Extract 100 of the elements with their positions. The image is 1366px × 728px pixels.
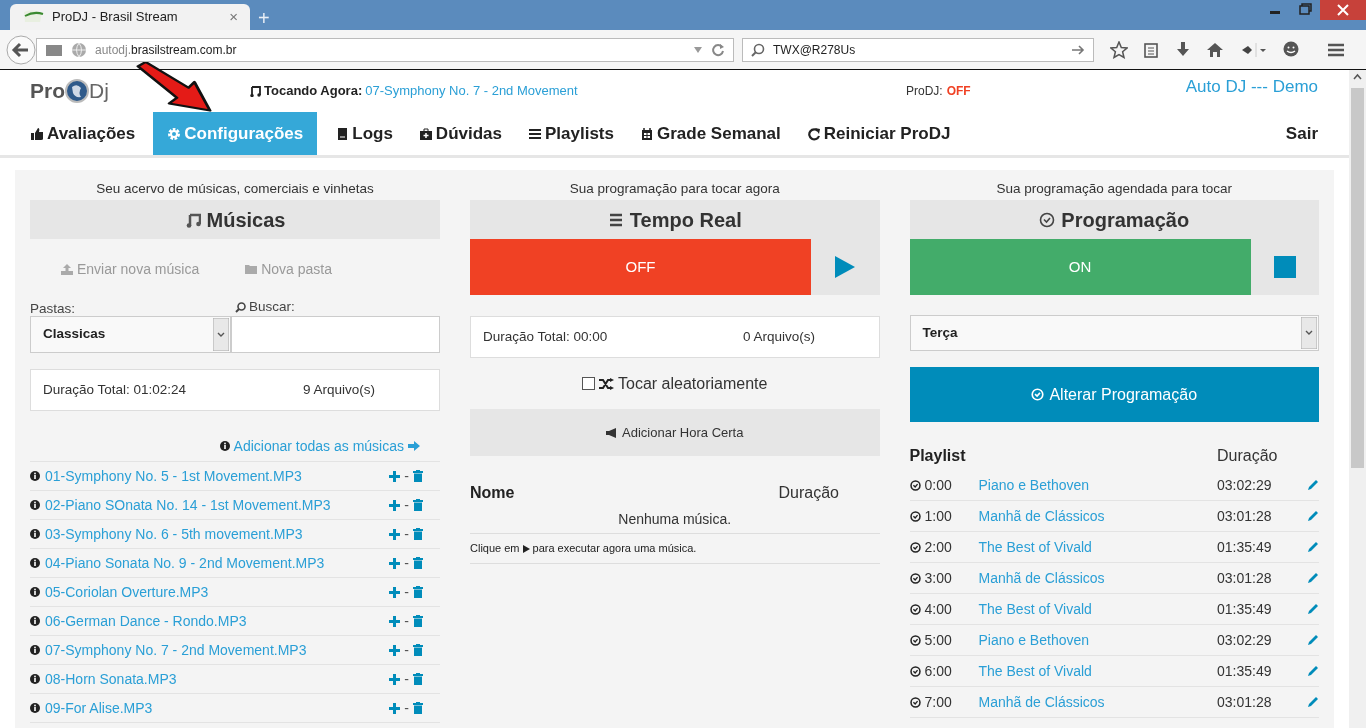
- state-toggle[interactable]: OFF: [470, 239, 811, 295]
- address-bar[interactable]: autodj.brasilstream.com.br: [36, 37, 734, 62]
- trash-icon[interactable]: [413, 702, 423, 714]
- search-input[interactable]: [231, 316, 440, 353]
- section-caption: Sua programação agendada para tocar: [995, 180, 1234, 198]
- nav-tab[interactable]: Reiniciar ProDJ: [798, 112, 959, 155]
- edit-icon[interactable]: [1307, 479, 1319, 491]
- search-field[interactable]: TWX@R278Us: [742, 37, 1094, 62]
- add-icon[interactable]: [389, 470, 401, 482]
- logout-link[interactable]: Sair: [1285, 120, 1318, 147]
- nav-tab[interactable]: Grade Semanal: [632, 112, 789, 155]
- song-link[interactable]: 04-Piano Sonata No. 9 - 2nd Movement.MP3: [45, 552, 390, 574]
- trash-icon[interactable]: [413, 557, 423, 569]
- playlist-link[interactable]: Manhã de Clássicos: [978, 567, 1217, 589]
- trash-icon[interactable]: [413, 673, 423, 685]
- stop-icon[interactable]: [1273, 256, 1296, 278]
- dropdown-icon[interactable]: [693, 45, 703, 54]
- edit-icon[interactable]: [1307, 665, 1319, 677]
- checkbox[interactable]: [582, 377, 596, 390]
- add-time-button[interactable]: Adicionar Hora Certa: [470, 409, 880, 456]
- back-button[interactable]: [6, 34, 36, 65]
- state-toggle[interactable]: ON: [909, 239, 1251, 295]
- info-icon[interactable]: [30, 558, 40, 568]
- play-icon[interactable]: [835, 256, 856, 278]
- logo-text: Dj: [89, 78, 109, 105]
- nav-tab[interactable]: Avaliações: [22, 112, 144, 155]
- add-icon[interactable]: [389, 644, 401, 656]
- add-icon[interactable]: [389, 528, 401, 540]
- account-link[interactable]: Auto DJ --- Demo: [1185, 74, 1318, 100]
- trash-icon[interactable]: [413, 470, 423, 482]
- add-all-link[interactable]: Adicionar todas as músicas: [219, 437, 420, 455]
- info-icon[interactable]: [30, 645, 40, 655]
- playlist-link[interactable]: Manhã de Clássicos: [978, 691, 1217, 713]
- scrollbar[interactable]: [1349, 70, 1366, 728]
- clipboard-icon[interactable]: [1142, 40, 1160, 59]
- edit-icon[interactable]: [1307, 510, 1319, 522]
- trash-icon[interactable]: [413, 644, 423, 656]
- song-link[interactable]: 08-Horn Sonata.MP3: [45, 668, 390, 690]
- reload-icon[interactable]: [711, 42, 725, 57]
- nav-tab[interactable]: Logs: [327, 112, 401, 155]
- nav-tab[interactable]: Playlists: [520, 112, 622, 155]
- browser-tab[interactable]: ProDJ - Brasil Stream ×: [10, 4, 250, 30]
- trash-icon[interactable]: [413, 615, 423, 627]
- playlist-link[interactable]: Piano e Bethoven: [978, 629, 1217, 651]
- arrow-right-icon: [408, 441, 420, 451]
- info-icon[interactable]: [30, 703, 40, 713]
- song-link[interactable]: 02-Piano SOnata No. 14 - 1st Movement.MP3: [45, 494, 390, 516]
- playlist-link[interactable]: Piano e Bethoven: [978, 474, 1217, 496]
- add-icon[interactable]: [389, 702, 401, 714]
- trash-icon[interactable]: [413, 528, 423, 540]
- home-icon[interactable]: [1206, 40, 1224, 59]
- nav-tab[interactable]: Configurações: [153, 112, 318, 155]
- day-select[interactable]: Terça: [909, 315, 1319, 351]
- separator-text: -: [404, 553, 409, 573]
- add-icon[interactable]: [389, 557, 401, 569]
- chevron-down-icon: [1301, 317, 1317, 349]
- tab-close-button[interactable]: ×: [229, 5, 238, 29]
- add-icon[interactable]: [389, 586, 401, 598]
- time-cell: 1:00: [909, 505, 979, 527]
- edit-icon[interactable]: [1307, 572, 1319, 584]
- search-text: TWX@R278Us: [773, 41, 857, 59]
- scrollbar-thumb[interactable]: [1351, 88, 1364, 468]
- star-icon[interactable]: [1110, 40, 1128, 59]
- song-link[interactable]: 06-German Dance - Rondo.MP3: [45, 610, 390, 632]
- upload-link[interactable]: Enviar nova música: [61, 258, 200, 280]
- edit-icon[interactable]: [1307, 634, 1319, 646]
- chat-icon[interactable]: [1282, 40, 1300, 59]
- status-label: ProDJ:: [906, 83, 943, 100]
- playlist-link[interactable]: The Best of Vivald: [978, 536, 1217, 558]
- change-schedule-button[interactable]: Alterar Programação: [909, 367, 1319, 422]
- new-tab-button[interactable]: +: [258, 8, 270, 28]
- info-icon[interactable]: [30, 529, 40, 539]
- song-link[interactable]: 03-Symphony No. 6 - 5th movement.MP3: [45, 523, 390, 545]
- playlist-link[interactable]: The Best of Vivald: [978, 660, 1217, 682]
- song-link[interactable]: 07-Symphony No. 7 - 2nd Movement.MP3: [45, 639, 390, 661]
- add-icon[interactable]: [389, 499, 401, 511]
- go-arrow-icon[interactable]: [1071, 43, 1085, 56]
- trash-icon[interactable]: [413, 586, 423, 598]
- new-folder-link[interactable]: Nova pasta: [245, 258, 332, 280]
- info-icon[interactable]: [30, 587, 40, 597]
- settings-icon: [167, 126, 182, 141]
- info-icon[interactable]: [30, 616, 40, 626]
- edit-icon[interactable]: [1307, 603, 1319, 615]
- nav-tab[interactable]: Dúvidas: [410, 112, 510, 155]
- song-link[interactable]: 05-Coriolan Overture.MP3: [45, 581, 390, 603]
- info-icon[interactable]: [30, 674, 40, 684]
- playlist-link[interactable]: Manhã de Clássicos: [978, 505, 1217, 527]
- playlist-link[interactable]: The Best of Vivald: [978, 598, 1217, 620]
- folder-select[interactable]: Classicas: [30, 316, 231, 353]
- song-link[interactable]: 01-Symphony No. 5 - 1st Movement.MP3: [45, 465, 390, 487]
- add-icon[interactable]: [389, 673, 401, 685]
- trash-icon[interactable]: [413, 499, 423, 511]
- edit-icon[interactable]: [1307, 541, 1319, 553]
- song-link[interactable]: 09-For Alise.MP3: [45, 697, 390, 719]
- close-icon[interactable]: [1320, 0, 1366, 20]
- add-icon[interactable]: [389, 615, 401, 627]
- now-playing-link[interactable]: 07-Symphony No. 7 - 2nd Movement: [365, 81, 578, 101]
- info-icon[interactable]: [30, 471, 40, 481]
- edit-icon[interactable]: [1307, 696, 1319, 708]
- info-icon[interactable]: [30, 500, 40, 510]
